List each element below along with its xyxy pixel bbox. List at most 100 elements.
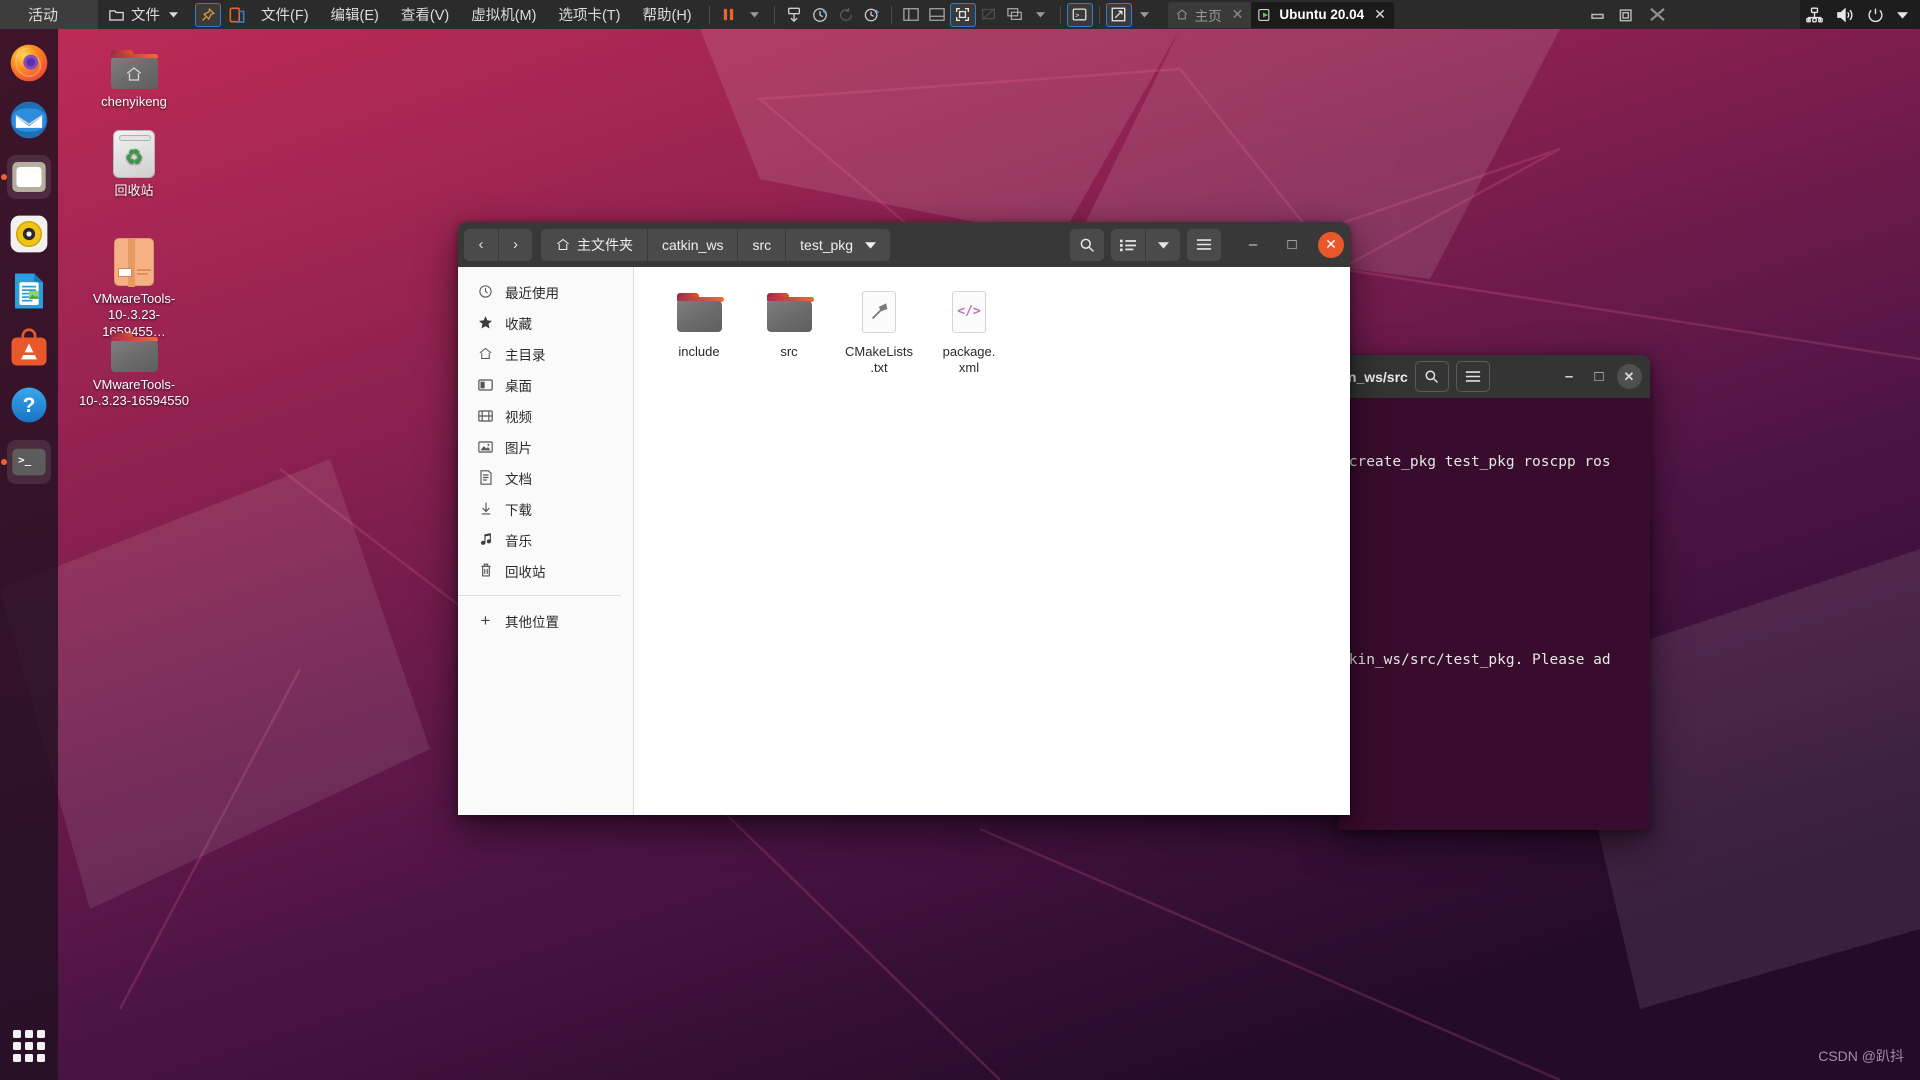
- dock-item-terminal[interactable]: >_: [1, 440, 51, 484]
- pause-vm-button[interactable]: [716, 3, 742, 27]
- sidebar-item-music[interactable]: 音乐: [458, 524, 633, 555]
- vm-menu-help[interactable]: 帮助(H): [631, 0, 702, 29]
- terminal-maximize-button[interactable]: □: [1584, 362, 1614, 391]
- breadcrumb-item-home[interactable]: 主文件夹: [541, 228, 648, 261]
- vmware-restore-button[interactable]: [1612, 0, 1642, 29]
- unity-mode-button[interactable]: [976, 3, 1002, 27]
- show-left-panel-button[interactable]: [898, 3, 924, 27]
- multimonitor-button[interactable]: [1002, 3, 1028, 27]
- chevron-down-icon[interactable]: [1897, 11, 1908, 19]
- pin-button[interactable]: [195, 2, 222, 27]
- gnome-app-menu[interactable]: 文件: [98, 0, 189, 29]
- search-icon: [1425, 370, 1439, 384]
- snapshot-manager-button[interactable]: [859, 3, 885, 27]
- vm-tab-close-icon[interactable]: ✕: [1232, 6, 1244, 23]
- vm-menu-tabs[interactable]: 选项卡(T): [547, 0, 631, 29]
- files-search-button[interactable]: [1070, 228, 1104, 261]
- grid-dot: [37, 1042, 45, 1050]
- chevron-down-icon: [1140, 12, 1150, 18]
- terminal-close-button[interactable]: ✕: [1614, 362, 1644, 391]
- files-titlebar[interactable]: ‹ › 主文件夹 catkin_ws src test_pkg – □ ✕: [458, 222, 1350, 267]
- snapshot-revert-button[interactable]: [833, 3, 859, 27]
- fullscreen-button[interactable]: [949, 2, 976, 27]
- dock-item-ubuntu-software[interactable]: [7, 326, 51, 370]
- files-window[interactable]: ‹ › 主文件夹 catkin_ws src test_pkg – □ ✕ 最近…: [458, 222, 1350, 815]
- volume-icon[interactable]: [1836, 7, 1854, 23]
- dock-item-thunderbird[interactable]: [7, 98, 51, 142]
- file-item-include[interactable]: include: [654, 281, 744, 375]
- terminal-search-button[interactable]: [1414, 361, 1449, 392]
- stretch-guest-button[interactable]: [1105, 2, 1132, 27]
- pause-dropdown-button[interactable]: [742, 3, 768, 27]
- files-menu-button[interactable]: [1187, 228, 1221, 261]
- show-applications-button[interactable]: [13, 1030, 45, 1062]
- plus-icon: +: [480, 610, 491, 630]
- vmware-close-button[interactable]: [1642, 0, 1672, 29]
- desktop-icon-trash[interactable]: ♻ 回收站: [78, 126, 190, 199]
- show-bottom-panel-button[interactable]: [924, 3, 950, 27]
- dock-item-rhythmbox[interactable]: [7, 212, 51, 256]
- files-minimize-button[interactable]: –: [1237, 229, 1269, 261]
- breadcrumb-item-catkin-ws[interactable]: catkin_ws: [648, 228, 739, 261]
- dock-item-help[interactable]: ?: [7, 383, 51, 427]
- desktop-icon-vmware-tools-folder[interactable]: VMwareTools-10-.3.23-16594550: [78, 320, 190, 410]
- terminal-minimize-button[interactable]: –: [1554, 362, 1584, 391]
- gnome-activities-button[interactable]: 活动: [0, 0, 99, 29]
- vm-tab-close-icon[interactable]: ✕: [1374, 6, 1386, 23]
- breadcrumb-item-test-pkg[interactable]: test_pkg: [786, 228, 891, 261]
- panel-bottom-icon: [928, 8, 945, 21]
- files-file-grid-area[interactable]: include src CMakeLists .txt </> package.…: [634, 267, 1350, 815]
- sidebar-item-videos[interactable]: 视频: [458, 400, 633, 431]
- sidebar-item-pictures[interactable]: 图片: [458, 431, 633, 462]
- network-icon[interactable]: [1806, 7, 1823, 23]
- vm-tab-ubuntu[interactable]: Ubuntu 20.04 ✕: [1251, 1, 1394, 28]
- snapshot-take-button[interactable]: [807, 3, 833, 27]
- console-view-button[interactable]: >_: [1066, 2, 1093, 27]
- toolbar-separator: [1059, 5, 1061, 24]
- film-icon: [477, 409, 494, 423]
- multimonitor-dropdown-button[interactable]: [1028, 3, 1054, 27]
- list-view-button[interactable]: [1111, 228, 1145, 261]
- sidebar-item-recent[interactable]: 最近使用: [458, 276, 633, 307]
- vm-menu-view[interactable]: 查看(V): [390, 0, 460, 29]
- vm-menu-file[interactable]: 文件(F): [250, 0, 320, 29]
- back-button[interactable]: ‹: [464, 228, 498, 261]
- dock-item-files[interactable]: [1, 155, 51, 199]
- stretch-dropdown-button[interactable]: [1132, 3, 1158, 27]
- power-icon[interactable]: [1867, 7, 1884, 23]
- home-icon: [477, 346, 494, 361]
- sidebar-item-trash[interactable]: 回收站: [458, 555, 633, 586]
- view-options-dropdown[interactable]: [1146, 228, 1180, 261]
- files-close-button[interactable]: ✕: [1318, 231, 1344, 258]
- sidebar-item-downloads[interactable]: 下载: [458, 493, 633, 524]
- sidebar-item-desktop[interactable]: 桌面: [458, 369, 633, 400]
- hamburger-menu-icon: [1196, 239, 1212, 250]
- take-snapshot-button[interactable]: [781, 3, 807, 27]
- file-item-package-xml[interactable]: </> package. xml: [924, 281, 1014, 375]
- file-item-cmakelists[interactable]: CMakeLists .txt: [834, 281, 924, 375]
- terminal-menu-button[interactable]: [1455, 361, 1490, 392]
- terminal-titlebar[interactable]: in_ws/src – □ ✕: [1338, 355, 1650, 398]
- sidebar-item-documents[interactable]: 文档: [458, 462, 633, 493]
- file-item-src[interactable]: src: [744, 281, 834, 375]
- grid-dot: [25, 1030, 33, 1038]
- breadcrumb-item-src[interactable]: src: [738, 228, 787, 261]
- vmware-minimize-button[interactable]: [1582, 0, 1612, 29]
- terminal-output[interactable]: _create_pkg test_pkg roscpp ros tkin_ws/…: [1338, 398, 1650, 830]
- restore-window-button[interactable]: [224, 3, 250, 27]
- vm-menu-edit[interactable]: 编辑(E): [320, 0, 390, 29]
- files-maximize-button[interactable]: □: [1276, 229, 1308, 261]
- ubuntu-dock: ? >_: [0, 29, 58, 1080]
- dock-item-libreoffice-writer[interactable]: [7, 269, 51, 313]
- sidebar-item-starred[interactable]: 收藏: [458, 307, 633, 338]
- sidebar-item-other-locations[interactable]: + 其他位置: [458, 605, 633, 636]
- file-grid: include src CMakeLists .txt </> package.…: [654, 281, 1350, 375]
- vm-tab-home[interactable]: 主页 ✕: [1167, 1, 1252, 28]
- dock-item-firefox[interactable]: [7, 41, 51, 85]
- vm-menu-virtualmachine[interactable]: 虚拟机(M): [460, 0, 547, 29]
- terminal-window[interactable]: in_ws/src – □ ✕ _create_pkg test_pkg ros…: [1338, 355, 1650, 830]
- forward-button[interactable]: ›: [498, 228, 532, 261]
- pin-icon: [202, 7, 216, 21]
- sidebar-item-home[interactable]: 主目录: [458, 338, 633, 369]
- desktop-icon-chenyikeng[interactable]: chenyikeng: [78, 37, 190, 110]
